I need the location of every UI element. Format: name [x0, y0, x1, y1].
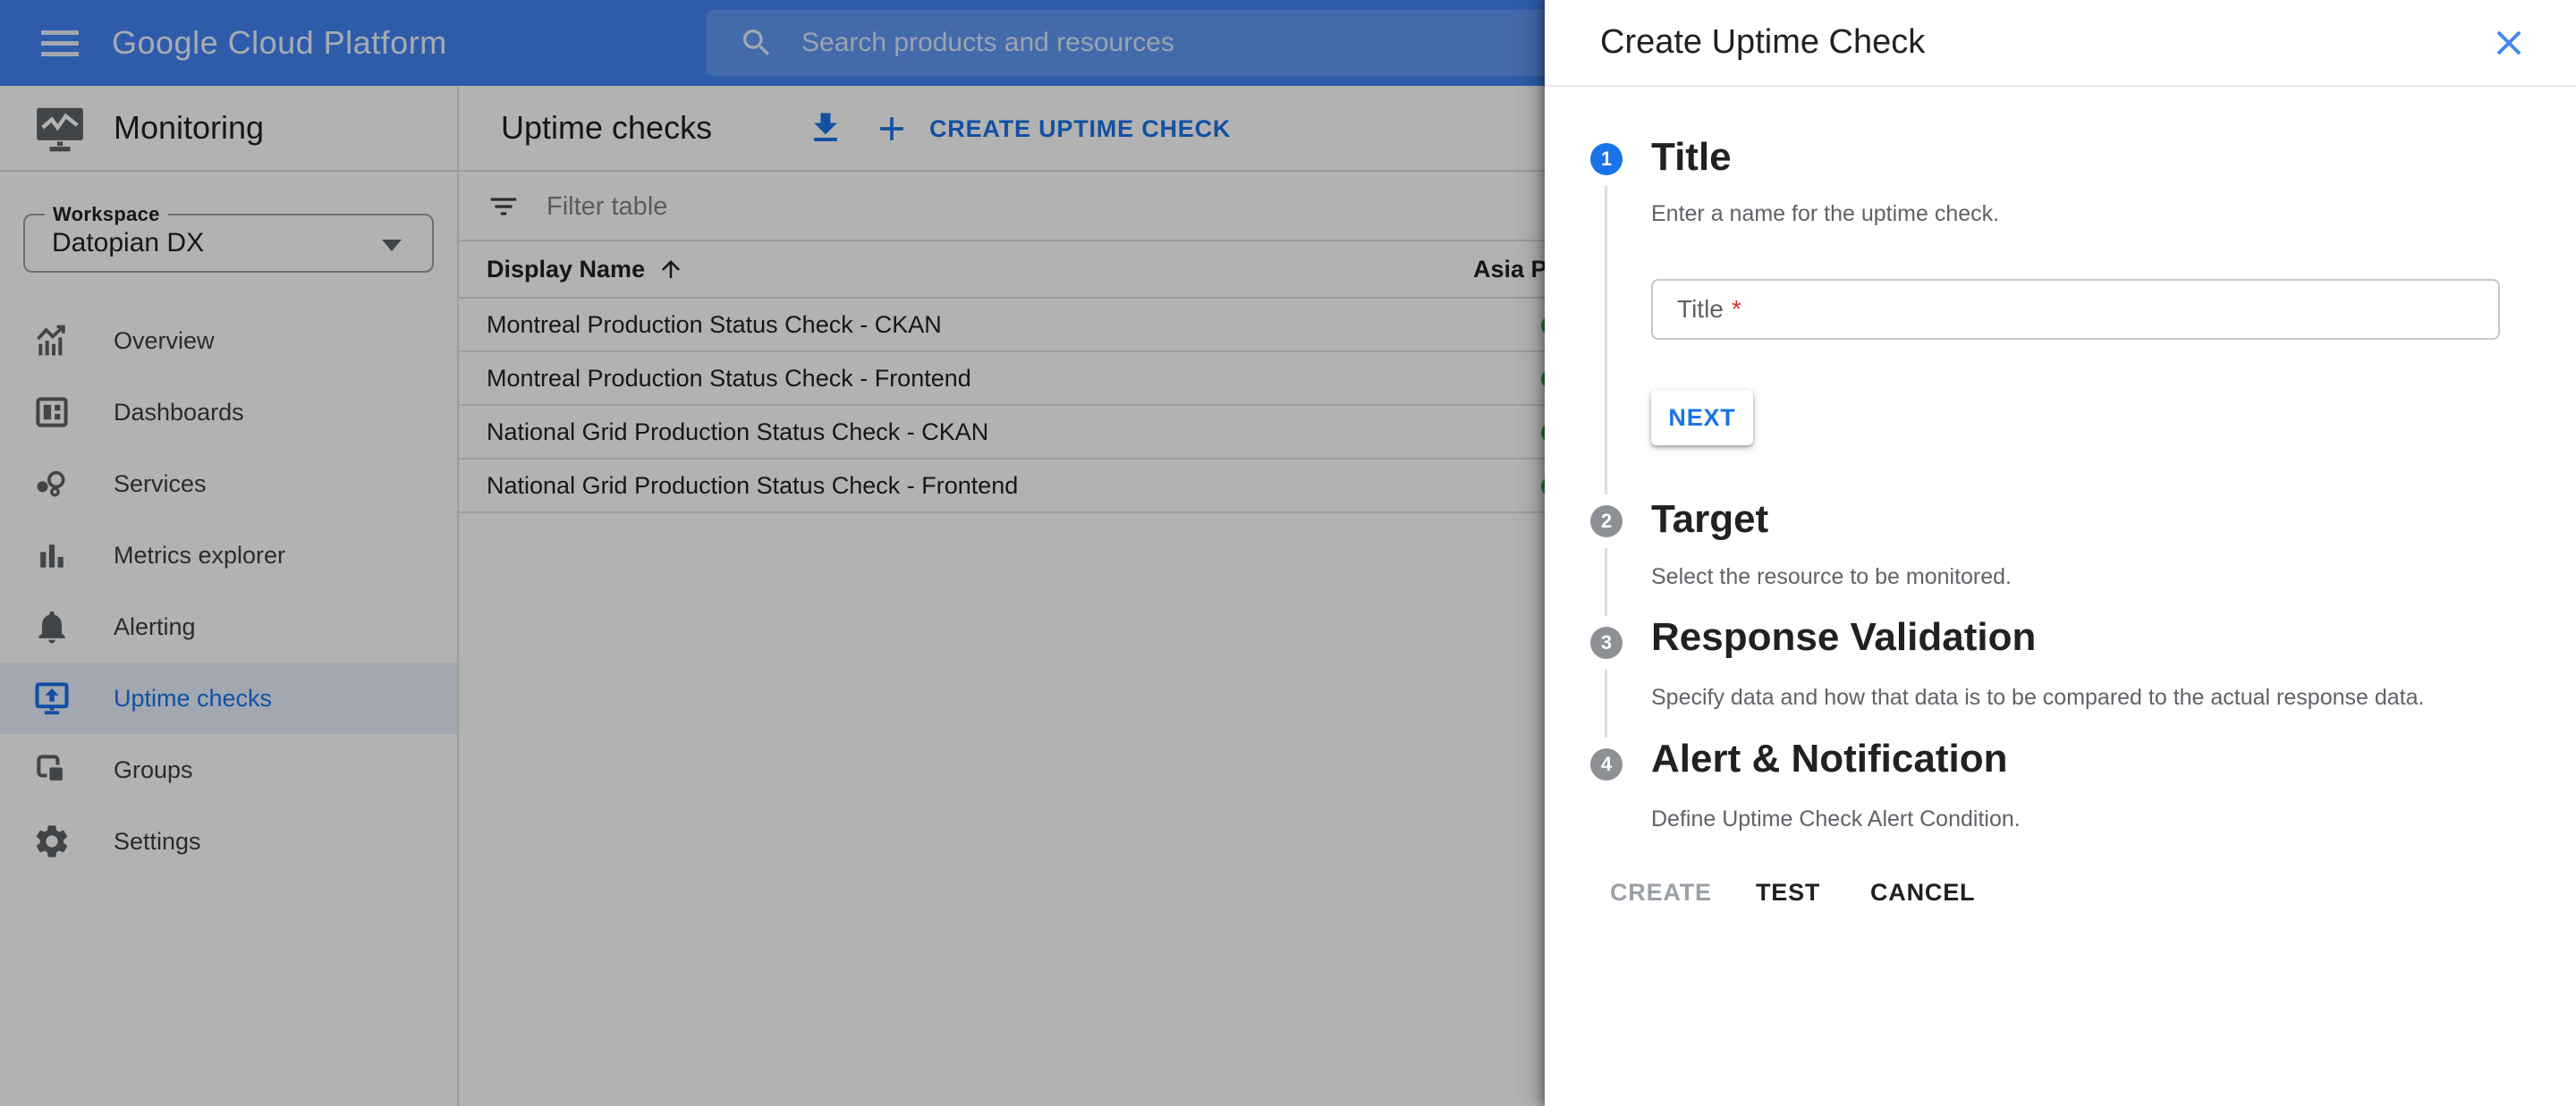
step-connector — [1605, 548, 1607, 616]
step-4-description: Define Uptime Check Alert Condition. — [1651, 804, 2021, 834]
title-field[interactable]: Title* — [1651, 279, 2500, 340]
step-1-title: Title — [1651, 134, 1732, 181]
step-connector — [1605, 186, 1607, 494]
step-2-description: Select the resource to be monitored. — [1651, 561, 2012, 592]
step-4-title: Alert & Notification — [1651, 736, 2007, 782]
step-2-title: Target — [1651, 496, 1768, 543]
step-3-title: Response Validation — [1651, 614, 2036, 661]
screen: Google Cloud Platform Search products an… — [0, 0, 2576, 1106]
step-connector — [1605, 670, 1607, 738]
step-3-badge: 3 — [1590, 627, 1623, 659]
title-field-label: Title* — [1677, 281, 1741, 338]
required-marker: * — [1732, 295, 1741, 323]
step-1-badge: 1 — [1590, 143, 1623, 175]
step-2-badge: 2 — [1590, 505, 1623, 537]
stepper: 1 Title Enter a name for the uptime chec… — [1545, 0, 2576, 1106]
create-button[interactable]: CREATE — [1610, 869, 1712, 916]
step-1-description: Enter a name for the uptime check. — [1651, 198, 1999, 229]
step-4-badge: 4 — [1590, 748, 1623, 781]
test-button[interactable]: TEST — [1756, 869, 1820, 916]
create-uptime-check-panel: Create Uptime Check 1 Title Enter a name… — [1545, 0, 2576, 1106]
step-3-description: Specify data and how that data is to be … — [1651, 682, 2424, 713]
next-button[interactable]: NEXT — [1651, 390, 1753, 445]
cancel-button[interactable]: CANCEL — [1870, 869, 1975, 916]
